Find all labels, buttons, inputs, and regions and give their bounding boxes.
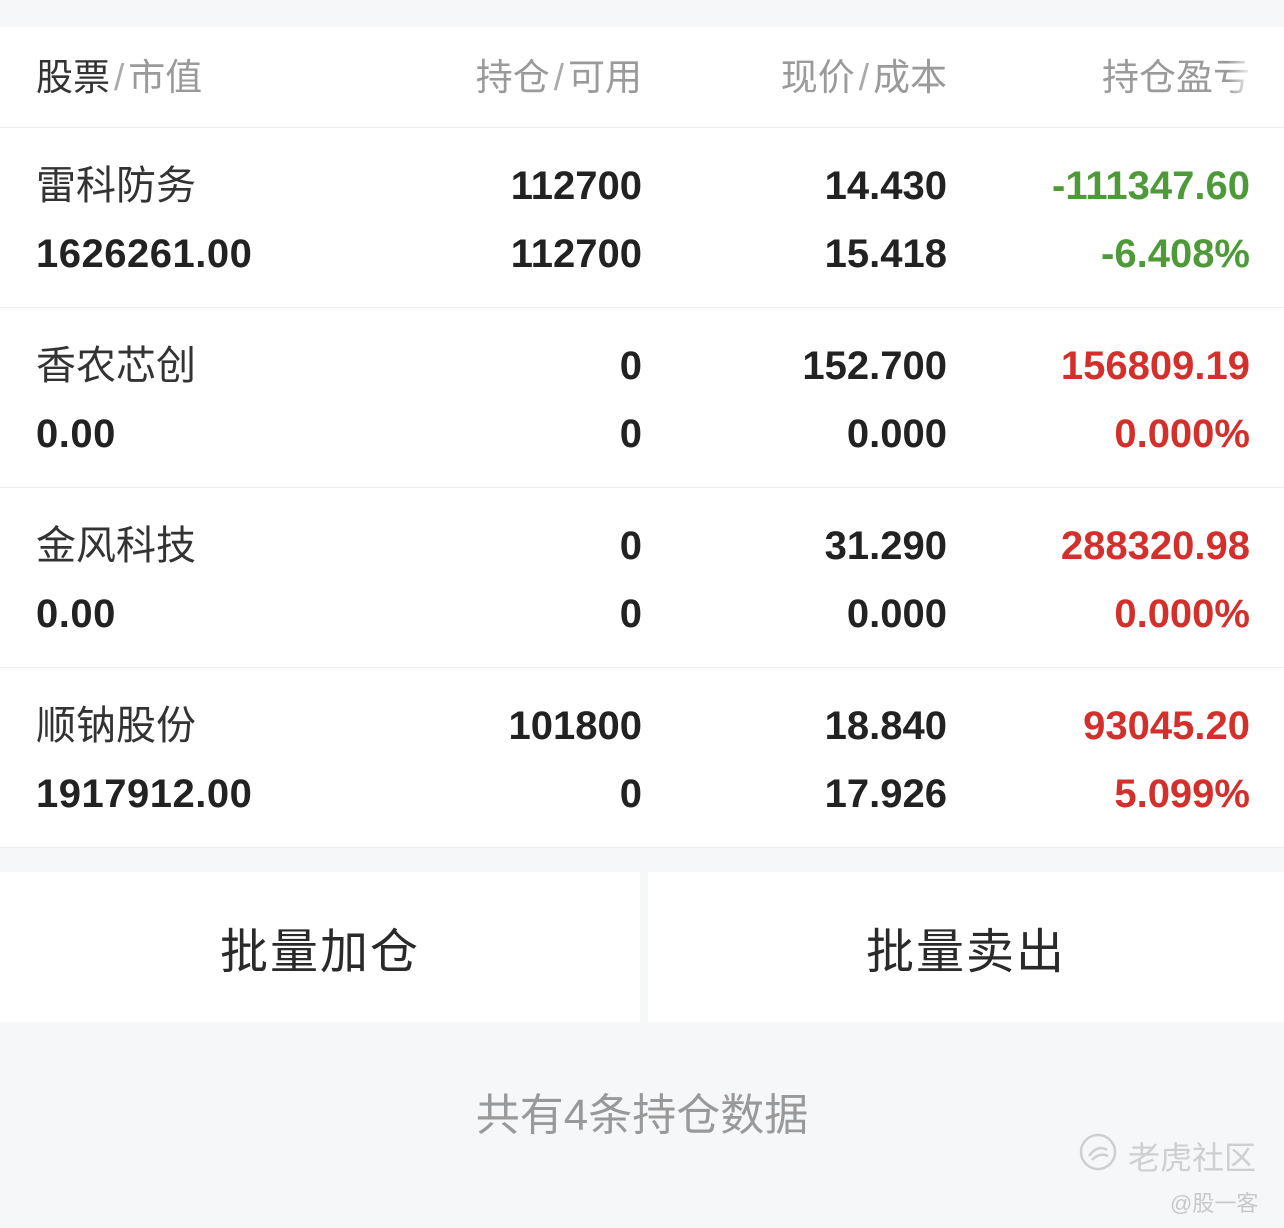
market-value: 1626261.00 xyxy=(36,232,253,276)
pnl-percent: -6.408% xyxy=(1101,232,1250,276)
available-qty: 0 xyxy=(619,772,642,816)
table-row[interactable]: 金风科技 0.00 0 0 31.290 0.000 288320.98 0.0… xyxy=(0,488,1284,668)
positions-panel: 股票 / 市值 持仓 / 可用 现价 / 成本 持仓盈亏 雷科防务 1626261.00 1… xyxy=(0,27,1284,848)
batch-add-button[interactable]: 批量加仓 xyxy=(0,872,640,1022)
cost-price: 0.000 xyxy=(846,412,947,456)
current-price: 31.290 xyxy=(824,524,947,568)
watermark-brand: 老虎社区 xyxy=(1128,1140,1257,1176)
holding-qty: 0 xyxy=(619,344,642,388)
watermark-author: @股一客 xyxy=(1170,1191,1259,1216)
stock-name: 顺钠股份 xyxy=(36,704,196,748)
tiger-logo-icon xyxy=(1078,1132,1118,1180)
market-value: 0.00 xyxy=(36,412,116,456)
cost-price: 0.000 xyxy=(846,592,947,636)
header-holding-available[interactable]: 持仓 / 可用 xyxy=(476,55,642,101)
pnl-amount: 93045.20 xyxy=(1083,704,1250,748)
header-stock-value[interactable]: 股票 / 市值 xyxy=(36,55,202,101)
table-row[interactable]: 雷科防务 1626261.00 112700 112700 14.430 15.… xyxy=(0,128,1284,308)
table-row[interactable]: 香农芯创 0.00 0 0 152.700 0.000 156809.19 0.… xyxy=(0,308,1284,488)
header-price-cost[interactable]: 现价 / 成本 xyxy=(781,55,947,101)
pnl-percent: 0.000% xyxy=(1114,592,1250,636)
market-value: 1917912.00 xyxy=(36,772,253,816)
header-available-label: 可用 xyxy=(568,57,642,98)
batch-sell-button[interactable]: 批量卖出 xyxy=(648,872,1284,1022)
header-cost-label: 成本 xyxy=(873,57,947,98)
current-price: 18.840 xyxy=(824,704,947,748)
available-qty: 0 xyxy=(619,592,642,636)
header-pnl-label: 持仓盈 xyxy=(1102,57,1213,98)
holding-qty: 101800 xyxy=(508,704,642,748)
stock-name: 金风科技 xyxy=(36,524,196,568)
available-qty: 0 xyxy=(619,412,642,456)
table-header: 股票 / 市值 持仓 / 可用 现价 / 成本 持仓盈亏 xyxy=(0,27,1284,128)
header-holding-label: 持仓 xyxy=(475,57,550,98)
stock-name: 香农芯创 xyxy=(36,344,196,388)
cost-price: 15.418 xyxy=(824,232,947,276)
holding-qty: 0 xyxy=(619,524,642,568)
top-strip xyxy=(0,0,1284,27)
header-separator: / xyxy=(114,57,125,98)
current-price: 152.700 xyxy=(802,344,947,388)
holding-qty: 112700 xyxy=(510,164,642,208)
header-pnl-label-fade: 亏 xyxy=(1213,57,1250,98)
header-price-label: 现价 xyxy=(780,57,855,98)
pnl-amount: 156809.19 xyxy=(1060,344,1250,388)
header-separator: / xyxy=(858,57,869,98)
stock-name: 雷科防务 xyxy=(36,164,196,208)
current-price: 14.430 xyxy=(824,164,947,208)
market-value: 0.00 xyxy=(36,592,116,636)
header-separator: / xyxy=(553,57,564,98)
cost-price: 17.926 xyxy=(824,772,947,816)
pnl-percent: 5.099% xyxy=(1114,772,1250,816)
header-value-label: 市值 xyxy=(128,57,203,98)
pnl-percent: 0.000% xyxy=(1114,412,1250,456)
watermark: 老虎社区 xyxy=(1078,1132,1257,1180)
header-pnl[interactable]: 持仓盈亏 xyxy=(1102,55,1250,101)
pnl-amount: 288320.98 xyxy=(1060,524,1250,568)
table-row[interactable]: 顺钠股份 1917912.00 101800 0 18.840 17.926 9… xyxy=(0,668,1284,848)
pnl-amount: -111347.60 xyxy=(1052,164,1250,208)
header-stock-label: 股票 xyxy=(36,57,110,98)
available-qty: 112700 xyxy=(510,232,642,276)
